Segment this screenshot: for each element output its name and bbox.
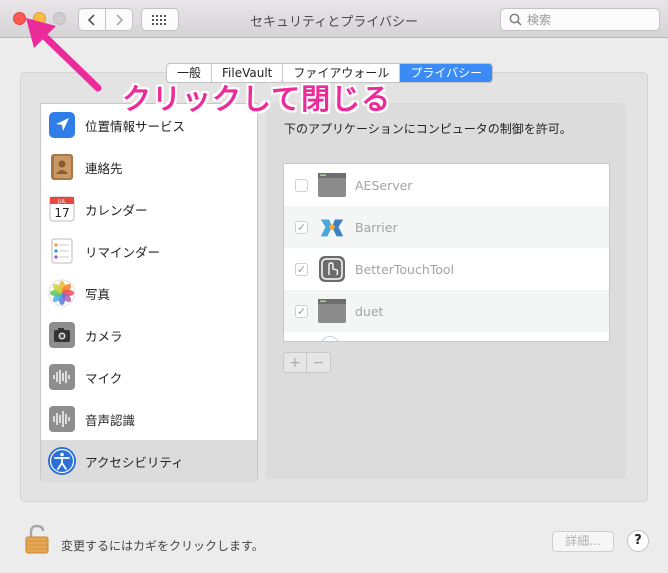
search-icon (509, 13, 522, 26)
sidebar-item-label: 連絡先 (85, 160, 123, 176)
add-app-button[interactable]: + (284, 353, 307, 372)
app-name: BetterTouchTool (355, 261, 455, 277)
speech-recognition-icon (47, 404, 77, 434)
sidebar-item-label: アクセシビリティ (85, 454, 184, 470)
sidebar-item-camera[interactable]: カメラ (41, 314, 257, 356)
app-row-duet[interactable]: ✓ duet (284, 290, 609, 332)
sidebar-item-label: 音声認識 (85, 412, 136, 428)
app-generic-icon (318, 172, 346, 198)
sidebar-item-label: カメラ (85, 328, 123, 344)
lock-open-icon (25, 524, 49, 554)
help-button[interactable]: ? (627, 530, 649, 552)
app-checkbox[interactable] (295, 178, 308, 192)
sidebar-item-label: 位置情報サービス (85, 118, 186, 134)
location-icon (47, 110, 77, 140)
app-name: Barrier (355, 219, 398, 235)
calendar-icon: JUL 17 (47, 194, 77, 224)
search-input[interactable] (527, 12, 647, 27)
calendar-icon-day: 17 (54, 206, 69, 220)
sidebar-item-microphone[interactable]: マイク (41, 356, 257, 398)
remove-app-button[interactable]: − (307, 353, 330, 372)
app-checkbox[interactable]: ✓ (295, 304, 308, 318)
barrier-icon (318, 214, 346, 240)
app-row-partial (284, 332, 609, 341)
photos-icon (47, 278, 77, 308)
annotation-label: クリックして閉じる (122, 82, 392, 116)
sidebar-item-label: リマインダー (85, 244, 161, 260)
sidebar-item-calendar[interactable]: JUL 17 カレンダー (41, 188, 257, 230)
app-name: duet (355, 303, 384, 319)
sidebar-item-speech-recognition[interactable]: 音声認識 (41, 398, 257, 440)
annotation-arrow-icon (26, 18, 102, 92)
reminders-icon (47, 236, 77, 266)
app-row-aeserver[interactable]: AEServer (284, 164, 609, 206)
app-row-barrier[interactable]: ✓ Barrier (284, 206, 609, 248)
sidebar-item-label: 写真 (85, 286, 111, 302)
sidebar-item-reminders[interactable]: リマインダー (41, 230, 257, 272)
sidebar-item-label: カレンダー (85, 202, 148, 218)
app-list: AEServer ✓ Barrier ✓ BetterTouchTool ✓ d… (283, 163, 610, 342)
search-field[interactable] (500, 8, 660, 31)
app-generic-icon (318, 298, 346, 324)
accessibility-icon (47, 446, 77, 476)
tab-privacy[interactable]: プライバシー (400, 64, 493, 82)
camera-icon (47, 320, 77, 350)
sidebar-item-label: マイク (85, 370, 123, 386)
bettertouchtool-icon (318, 256, 346, 282)
details-button[interactable]: 詳細... (552, 531, 614, 552)
sidebar-item-photos[interactable]: 写真 (41, 272, 257, 314)
app-checkbox[interactable]: ✓ (295, 220, 308, 234)
add-remove-controls: + − (283, 352, 331, 373)
contacts-icon (47, 152, 77, 182)
microphone-icon (47, 362, 77, 392)
app-name: AEServer (355, 177, 413, 193)
sidebar-item-accessibility[interactable]: アクセシビリティ (41, 440, 257, 482)
allow-control-description: 下のアプリケーションにコンピュータの制御を許可。 (284, 122, 572, 136)
lock-button[interactable] (25, 524, 49, 558)
lock-hint-text: 変更するにはカギをクリックします。 (61, 539, 264, 553)
calendar-icon-month: JUL (57, 199, 66, 205)
app-checkbox[interactable]: ✓ (295, 262, 308, 276)
sidebar-item-contacts[interactable]: 連絡先 (41, 146, 257, 188)
app-row-bettertouchtool[interactable]: ✓ BetterTouchTool (284, 248, 609, 290)
privacy-category-list: 位置情報サービス 連絡先 JUL 17 カレンダー リマインダー 写真 カメラ … (40, 103, 258, 482)
